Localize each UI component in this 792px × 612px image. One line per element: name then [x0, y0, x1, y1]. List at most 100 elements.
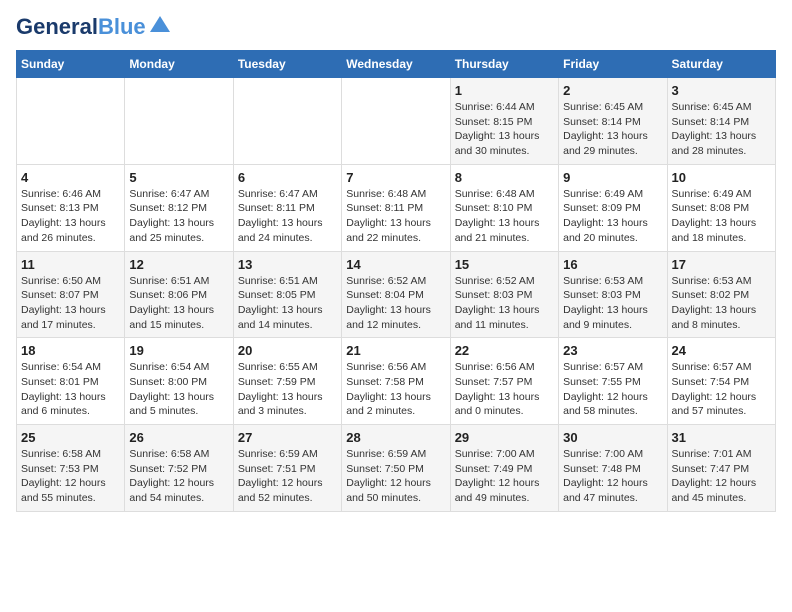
day-header-thursday: Thursday — [450, 51, 558, 78]
calendar-cell: 15Sunrise: 6:52 AM Sunset: 8:03 PM Dayli… — [450, 251, 558, 338]
calendar-cell: 25Sunrise: 6:58 AM Sunset: 7:53 PM Dayli… — [17, 425, 125, 512]
cell-content: Sunrise: 6:59 AM Sunset: 7:51 PM Dayligh… — [238, 447, 337, 506]
calendar-cell: 31Sunrise: 7:01 AM Sunset: 7:47 PM Dayli… — [667, 425, 775, 512]
cell-content: Sunrise: 6:45 AM Sunset: 8:14 PM Dayligh… — [672, 100, 771, 159]
calendar-cell: 4 Sunrise: 6:46 AM Sunset: 8:13 PM Daylig… — [17, 164, 125, 251]
cell-content: Sunrise: 6:48 AM Sunset: 8:10 PM Dayligh… — [455, 187, 554, 246]
logo: GeneralBlue — [16, 16, 170, 38]
calendar-cell — [233, 78, 341, 165]
day-number: 4 — [21, 170, 120, 185]
logo-icon — [150, 16, 170, 32]
calendar-cell: 21Sunrise: 6:56 AM Sunset: 7:58 PM Dayli… — [342, 338, 450, 425]
cell-content: Sunrise: 6:50 AM Sunset: 8:07 PM Dayligh… — [21, 274, 120, 333]
cell-content: Sunrise: 6:56 AM Sunset: 7:58 PM Dayligh… — [346, 360, 445, 419]
calendar-week-5: 25Sunrise: 6:58 AM Sunset: 7:53 PM Dayli… — [17, 425, 776, 512]
calendar-cell: 7 Sunrise: 6:48 AM Sunset: 8:11 PM Daylig… — [342, 164, 450, 251]
day-number: 2 — [563, 83, 662, 98]
day-number: 3 — [672, 83, 771, 98]
day-number: 29 — [455, 430, 554, 445]
day-number: 30 — [563, 430, 662, 445]
calendar-week-2: 4 Sunrise: 6:46 AM Sunset: 8:13 PM Daylig… — [17, 164, 776, 251]
day-number: 22 — [455, 343, 554, 358]
cell-content: Sunrise: 6:57 AM Sunset: 7:54 PM Dayligh… — [672, 360, 771, 419]
day-header-wednesday: Wednesday — [342, 51, 450, 78]
cell-content: Sunrise: 6:52 AM Sunset: 8:03 PM Dayligh… — [455, 274, 554, 333]
calendar-cell: 11 Sunrise: 6:50 AM Sunset: 8:07 PM Dayli… — [17, 251, 125, 338]
calendar-cell: 10 Sunrise: 6:49 AM Sunset: 8:08 PM Dayli… — [667, 164, 775, 251]
cell-content: Sunrise: 6:54 AM Sunset: 8:01 PM Dayligh… — [21, 360, 120, 419]
day-number: 19 — [129, 343, 228, 358]
cell-content: Sunrise: 6:46 AM Sunset: 8:13 PM Dayligh… — [21, 187, 120, 246]
cell-content: Sunrise: 6:51 AM Sunset: 8:06 PM Dayligh… — [129, 274, 228, 333]
calendar-cell: 20Sunrise: 6:55 AM Sunset: 7:59 PM Dayli… — [233, 338, 341, 425]
calendar-table: SundayMondayTuesdayWednesdayThursdayFrid… — [16, 50, 776, 512]
cell-content: Sunrise: 6:48 AM Sunset: 8:11 PM Dayligh… — [346, 187, 445, 246]
cell-content: Sunrise: 6:59 AM Sunset: 7:50 PM Dayligh… — [346, 447, 445, 506]
calendar-cell: 19 Sunrise: 6:54 AM Sunset: 8:00 PM Dayli… — [125, 338, 233, 425]
day-number: 31 — [672, 430, 771, 445]
day-number: 25 — [21, 430, 120, 445]
calendar-week-4: 18Sunrise: 6:54 AM Sunset: 8:01 PM Dayli… — [17, 338, 776, 425]
calendar-cell: 8 Sunrise: 6:48 AM Sunset: 8:10 PM Daylig… — [450, 164, 558, 251]
cell-content: Sunrise: 6:45 AM Sunset: 8:14 PM Dayligh… — [563, 100, 662, 159]
day-number: 8 — [455, 170, 554, 185]
calendar-cell: 2 Sunrise: 6:45 AM Sunset: 8:14 PM Daylig… — [559, 78, 667, 165]
calendar-header-row: SundayMondayTuesdayWednesdayThursdayFrid… — [17, 51, 776, 78]
day-number: 9 — [563, 170, 662, 185]
day-header-sunday: Sunday — [17, 51, 125, 78]
day-number: 28 — [346, 430, 445, 445]
calendar-week-1: 1Sunrise: 6:44 AM Sunset: 8:15 PM Daylig… — [17, 78, 776, 165]
calendar-cell: 14 Sunrise: 6:52 AM Sunset: 8:04 PM Dayli… — [342, 251, 450, 338]
calendar-cell: 3 Sunrise: 6:45 AM Sunset: 8:14 PM Daylig… — [667, 78, 775, 165]
calendar-cell — [342, 78, 450, 165]
cell-content: Sunrise: 6:54 AM Sunset: 8:00 PM Dayligh… — [129, 360, 228, 419]
logo-text: GeneralBlue — [16, 16, 146, 38]
day-number: 10 — [672, 170, 771, 185]
day-header-monday: Monday — [125, 51, 233, 78]
calendar-cell: 9 Sunrise: 6:49 AM Sunset: 8:09 PM Daylig… — [559, 164, 667, 251]
calendar-cell — [17, 78, 125, 165]
calendar-cell: 16 Sunrise: 6:53 AM Sunset: 8:03 PM Dayli… — [559, 251, 667, 338]
day-number: 20 — [238, 343, 337, 358]
day-number: 26 — [129, 430, 228, 445]
cell-content: Sunrise: 6:53 AM Sunset: 8:02 PM Dayligh… — [672, 274, 771, 333]
day-number: 11 — [21, 257, 120, 272]
calendar-cell: 30Sunrise: 7:00 AM Sunset: 7:48 PM Dayli… — [559, 425, 667, 512]
cell-content: Sunrise: 6:47 AM Sunset: 8:11 PM Dayligh… — [238, 187, 337, 246]
day-number: 27 — [238, 430, 337, 445]
cell-content: Sunrise: 6:49 AM Sunset: 8:08 PM Dayligh… — [672, 187, 771, 246]
calendar-cell: 18Sunrise: 6:54 AM Sunset: 8:01 PM Dayli… — [17, 338, 125, 425]
cell-content: Sunrise: 6:57 AM Sunset: 7:55 PM Dayligh… — [563, 360, 662, 419]
cell-content: Sunrise: 7:00 AM Sunset: 7:49 PM Dayligh… — [455, 447, 554, 506]
calendar-cell: 29 Sunrise: 7:00 AM Sunset: 7:49 PM Dayli… — [450, 425, 558, 512]
calendar-cell: 28 Sunrise: 6:59 AM Sunset: 7:50 PM Dayli… — [342, 425, 450, 512]
day-header-tuesday: Tuesday — [233, 51, 341, 78]
cell-content: Sunrise: 6:51 AM Sunset: 8:05 PM Dayligh… — [238, 274, 337, 333]
calendar-cell: 5Sunrise: 6:47 AM Sunset: 8:12 PM Daylig… — [125, 164, 233, 251]
day-header-friday: Friday — [559, 51, 667, 78]
day-number: 14 — [346, 257, 445, 272]
day-number: 6 — [238, 170, 337, 185]
calendar-cell: 6 Sunrise: 6:47 AM Sunset: 8:11 PM Daylig… — [233, 164, 341, 251]
cell-content: Sunrise: 6:53 AM Sunset: 8:03 PM Dayligh… — [563, 274, 662, 333]
calendar-cell: 12 Sunrise: 6:51 AM Sunset: 8:06 PM Dayli… — [125, 251, 233, 338]
calendar-cell: 13 Sunrise: 6:51 AM Sunset: 8:05 PM Dayli… — [233, 251, 341, 338]
day-number: 23 — [563, 343, 662, 358]
day-number: 12 — [129, 257, 228, 272]
page-header: GeneralBlue — [16, 16, 776, 38]
cell-content: Sunrise: 6:49 AM Sunset: 8:09 PM Dayligh… — [563, 187, 662, 246]
calendar-cell: 26 Sunrise: 6:58 AM Sunset: 7:52 PM Dayli… — [125, 425, 233, 512]
calendar-cell: 22 Sunrise: 6:56 AM Sunset: 7:57 PM Dayli… — [450, 338, 558, 425]
day-number: 13 — [238, 257, 337, 272]
calendar-cell: 27 Sunrise: 6:59 AM Sunset: 7:51 PM Dayli… — [233, 425, 341, 512]
calendar-cell: 23 Sunrise: 6:57 AM Sunset: 7:55 PM Dayli… — [559, 338, 667, 425]
day-number: 7 — [346, 170, 445, 185]
day-number: 1 — [455, 83, 554, 98]
cell-content: Sunrise: 6:52 AM Sunset: 8:04 PM Dayligh… — [346, 274, 445, 333]
cell-content: Sunrise: 6:47 AM Sunset: 8:12 PM Dayligh… — [129, 187, 228, 246]
day-number: 17 — [672, 257, 771, 272]
cell-content: Sunrise: 6:56 AM Sunset: 7:57 PM Dayligh… — [455, 360, 554, 419]
calendar-week-3: 11 Sunrise: 6:50 AM Sunset: 8:07 PM Dayli… — [17, 251, 776, 338]
cell-content: Sunrise: 6:58 AM Sunset: 7:52 PM Dayligh… — [129, 447, 228, 506]
day-number: 16 — [563, 257, 662, 272]
